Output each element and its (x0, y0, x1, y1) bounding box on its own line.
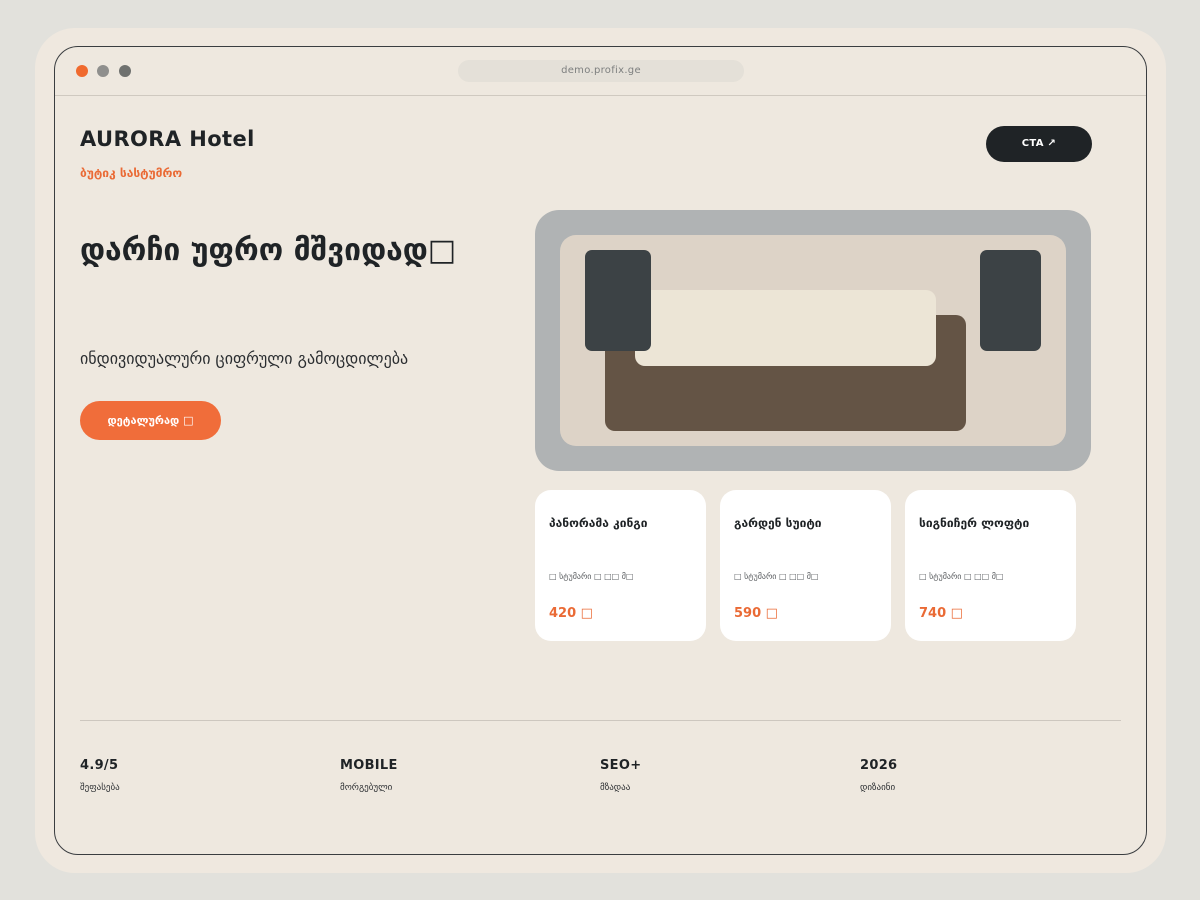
room-card-meta: □ სტუმარი □ □□ მ□ (734, 572, 819, 581)
stat-label: მზადაა (600, 783, 631, 793)
room-card-title: სიგნიჩერ ლოფტი (919, 516, 1030, 530)
room-card-title: გარდენ სუიტი (734, 516, 822, 530)
section-divider (80, 720, 1121, 721)
room-card[interactable]: გარდენ სუიტი □ სტუმარი □ □□ მ□ 590 □ (720, 490, 891, 641)
details-button[interactable]: დეტალურად □ (80, 401, 221, 440)
room-card-meta: □ სტუმარი □ □□ მ□ (919, 572, 1004, 581)
minimize-window-dot[interactable] (97, 65, 109, 77)
stat-value: 2026 (860, 758, 898, 773)
brand-title: AURORA Hotel (80, 127, 255, 151)
stat-label: შეფასება (80, 783, 120, 793)
maximize-window-dot[interactable] (119, 65, 131, 77)
address-bar[interactable]: demo.profix.ge (458, 60, 744, 82)
hero-title-text: დარჩი უფრო მშვიდად (80, 233, 428, 268)
room-card[interactable]: პანორამა კინგი □ სტუმარი □ □□ მ□ 420 □ (535, 490, 706, 641)
stat-value: SEO+ (600, 758, 642, 773)
details-button-tofu-icon: □ (183, 414, 194, 427)
hero-subtitle: ინდივიდუალური ციფრული გამოცდილება (80, 349, 409, 368)
room-card-title: პანორამა კინგი (549, 516, 648, 530)
stat-year: 2026 დიზაინი (860, 758, 897, 793)
cta-button[interactable]: CTA ↗ (986, 126, 1092, 162)
stat-seo: SEO+ მზადაა (600, 758, 641, 793)
details-button-label: დეტალურად (107, 414, 180, 427)
room-floor (560, 235, 1066, 446)
brand-subtitle: ბუტიკ სასტუმრო (80, 166, 183, 180)
hero-title-tofu-glyph: □ (427, 233, 457, 268)
stat-label: მორგებული (340, 783, 393, 793)
stat-value: 4.9/5 (80, 758, 119, 773)
bed-sheet (635, 290, 936, 366)
nightstand-right (980, 250, 1041, 351)
room-card-meta: □ სტუმარი □ □□ მ□ (549, 572, 634, 581)
room-illustration (535, 210, 1091, 471)
browser-window: demo.profix.ge AURORA Hotel ბუტიკ სასტუმ… (54, 46, 1147, 855)
hero-title: დარჩი უფრო მშვიდად□ (80, 223, 500, 279)
nightstand-left (585, 250, 651, 351)
room-card-price: 740 □ (919, 606, 963, 621)
browser-topbar: demo.profix.ge (55, 47, 1146, 96)
stat-rating: 4.9/5 შეფასება (80, 758, 120, 793)
stat-label: დიზაინი (860, 783, 896, 793)
room-card-price: 590 □ (734, 606, 778, 621)
stat-value: MOBILE (340, 758, 398, 773)
room-card-price: 420 □ (549, 606, 593, 621)
room-card[interactable]: სიგნიჩერ ლოფტი □ სტუმარი □ □□ მ□ 740 □ (905, 490, 1076, 641)
stat-mobile: MOBILE მორგებული (340, 758, 398, 793)
close-window-dot[interactable] (76, 65, 88, 77)
